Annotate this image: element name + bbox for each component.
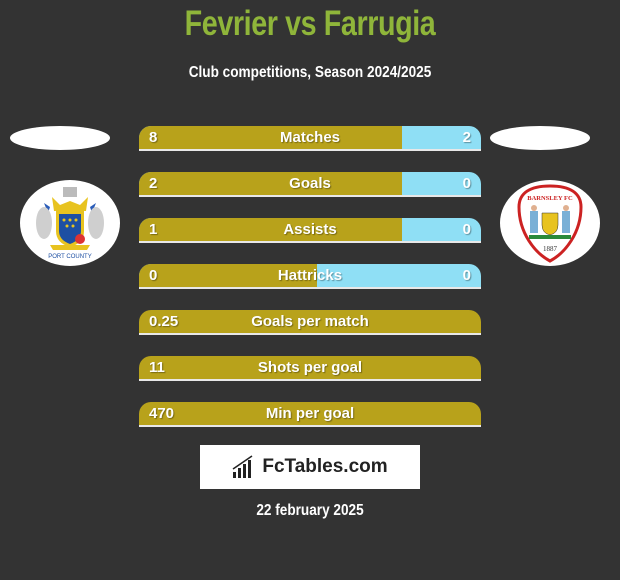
stat-label: Goals per match [251, 313, 369, 330]
right-value: 0 [462, 267, 471, 284]
right-value: 0 [462, 221, 471, 238]
barnsley-crest-icon: BARNSLEY FC 1887 [517, 184, 583, 263]
stat-label: Shots per goal [257, 359, 363, 376]
left-player-oval [10, 126, 110, 150]
stat-label: Hattricks [277, 267, 343, 284]
svg-text:1887: 1887 [543, 245, 558, 253]
stat-row-min-per-goal: 470 Min per goal [139, 402, 481, 427]
page-title: Fevrier vs Farrugia [184, 4, 436, 43]
stat-label: Goals [289, 175, 331, 192]
svg-text:BARNSLEY FC: BARNSLEY FC [527, 195, 573, 202]
right-team-logo: BARNSLEY FC 1887 [500, 180, 600, 266]
stat-row-goals: 2 Goals 0 [139, 172, 481, 197]
stat-label: Assists [283, 221, 337, 238]
brand-text: FcTables.com [262, 456, 388, 477]
fctables-brand[interactable]: FcTables.com [200, 445, 420, 489]
bar-chart-logo-icon [232, 455, 253, 478]
stat-row-assists: 1 Assists 0 [139, 218, 481, 243]
competition-subtitle: Club competitions, Season 2024/2025 [188, 64, 432, 81]
date-label: 22 february 2025 [256, 502, 364, 519]
svg-text:PORT COUNTY: PORT COUNTY [48, 254, 91, 260]
stat-row-goals-per-match: 0.25 Goals per match [139, 310, 481, 335]
stat-row-matches: 8 Matches 2 [139, 126, 481, 151]
stat-row-shots-per-goal: 11 Shots per goal [139, 356, 481, 381]
stat-row-hattricks: 0 Hattricks 0 [139, 264, 481, 289]
right-value: 2 [462, 129, 471, 146]
right-value: 0 [462, 175, 471, 192]
stat-label: Min per goal [265, 405, 355, 422]
stat-label: Matches [279, 129, 341, 146]
right-player-oval [490, 126, 590, 150]
left-team-logo: PORT COUNTY [20, 180, 120, 266]
stockport-crest-icon: PORT COUNTY [36, 187, 104, 260]
